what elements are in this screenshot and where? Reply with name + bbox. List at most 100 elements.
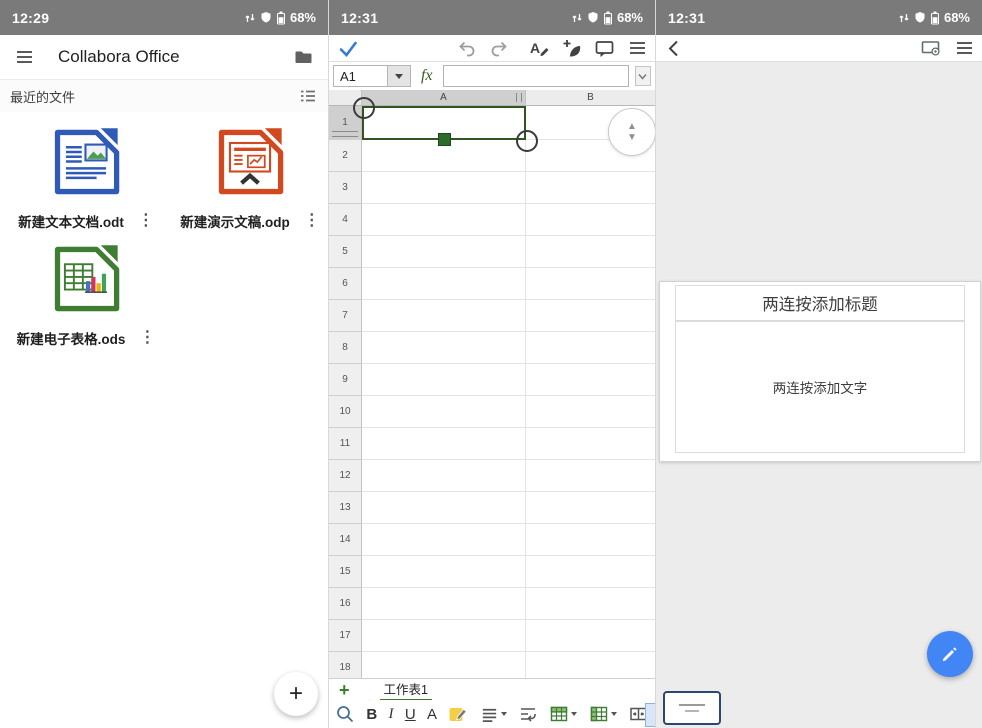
slide-thumbnail-1[interactable]: [663, 691, 721, 725]
row-header[interactable]: 12: [329, 460, 362, 492]
comments-icon[interactable]: [594, 38, 615, 58]
formula-expand-icon[interactable]: [635, 66, 651, 86]
cell[interactable]: [526, 428, 655, 460]
row-header[interactable]: 17: [329, 620, 362, 652]
cell[interactable]: [526, 396, 655, 428]
cell[interactable]: [362, 556, 526, 588]
cell[interactable]: [526, 172, 655, 204]
folder-icon[interactable]: [293, 47, 314, 67]
spreadsheet-grid[interactable]: A B 123456789101112131415161718 ▲ ▼: [329, 90, 655, 678]
column-header-a[interactable]: A: [362, 90, 526, 106]
cell[interactable]: [526, 556, 655, 588]
row-header[interactable]: 2: [329, 140, 362, 172]
row-header[interactable]: 4: [329, 204, 362, 236]
cell[interactable]: [362, 524, 526, 556]
insert-rows-dropdown[interactable]: [549, 704, 577, 724]
row-header[interactable]: 10: [329, 396, 362, 428]
selection-handle-top-left[interactable]: [353, 97, 375, 119]
cell[interactable]: [362, 588, 526, 620]
cell[interactable]: [526, 492, 655, 524]
add-sheet-icon[interactable]: +: [339, 681, 350, 699]
edit-fab[interactable]: [927, 631, 973, 677]
cell[interactable]: [526, 524, 655, 556]
row-header[interactable]: 14: [329, 524, 362, 556]
cell[interactable]: [362, 364, 526, 396]
row-header[interactable]: 5: [329, 236, 362, 268]
menu-icon[interactable]: [627, 38, 647, 58]
cell[interactable]: [526, 236, 655, 268]
file-item-writer[interactable]: 新建文本文档.odt ⋮: [10, 122, 162, 231]
cell[interactable]: [526, 332, 655, 364]
cell[interactable]: [362, 620, 526, 652]
row-header[interactable]: 8: [329, 332, 362, 364]
cell[interactable]: [362, 172, 526, 204]
row-header[interactable]: 6: [329, 268, 362, 300]
fill-handle[interactable]: [438, 133, 451, 146]
row-header[interactable]: 11: [329, 428, 362, 460]
back-icon[interactable]: [664, 38, 684, 58]
hamburger-menu-icon[interactable]: [14, 47, 34, 67]
new-document-fab[interactable]: +: [274, 672, 318, 716]
slide-view-area[interactable]: 两连按添加标题 两连按添加文字: [656, 62, 982, 728]
search-icon[interactable]: [335, 704, 355, 724]
bold-button[interactable]: B: [366, 707, 377, 722]
italic-button[interactable]: I: [389, 707, 394, 722]
cell-name-box[interactable]: A1: [333, 65, 411, 87]
highlight-color-icon[interactable]: [448, 704, 468, 724]
row-header[interactable]: 3: [329, 172, 362, 204]
wrap-text-icon[interactable]: [518, 704, 538, 724]
file-options-icon[interactable]: ⋮: [138, 213, 154, 229]
cell[interactable]: [526, 204, 655, 236]
list-view-icon[interactable]: [298, 86, 318, 106]
font-button[interactable]: A: [427, 707, 437, 722]
cell[interactable]: [526, 652, 655, 678]
underline-button[interactable]: U: [405, 707, 416, 722]
cell[interactable]: [362, 204, 526, 236]
insert-tool-icon[interactable]: [562, 38, 582, 58]
formula-input[interactable]: [443, 65, 629, 87]
column-header-b[interactable]: B: [526, 90, 655, 106]
cell[interactable]: [526, 364, 655, 396]
cell[interactable]: [526, 460, 655, 492]
cell[interactable]: [362, 460, 526, 492]
row-header[interactable]: 7: [329, 300, 362, 332]
cell[interactable]: [362, 652, 526, 678]
name-box-dropdown-icon[interactable]: [387, 66, 410, 86]
cell[interactable]: [526, 300, 655, 332]
cell[interactable]: [362, 268, 526, 300]
cell[interactable]: [362, 300, 526, 332]
scroll-down-icon[interactable]: ▼: [627, 133, 637, 143]
cell[interactable]: [526, 268, 655, 300]
slide-canvas[interactable]: 两连按添加标题 两连按添加文字: [659, 281, 981, 462]
scroll-widget[interactable]: ▲ ▼: [608, 108, 655, 156]
file-item-impress[interactable]: 新建演示文稿.odp ⋮: [174, 122, 326, 231]
redo-icon[interactable]: [489, 38, 509, 58]
slide-body-placeholder[interactable]: 两连按添加文字: [675, 321, 965, 453]
row-header[interactable]: 13: [329, 492, 362, 524]
cell[interactable]: [362, 396, 526, 428]
alignment-dropdown[interactable]: [480, 705, 507, 724]
insert-columns-dropdown[interactable]: [589, 704, 617, 724]
cell[interactable]: [362, 428, 526, 460]
file-options-icon[interactable]: ⋮: [139, 330, 155, 346]
scroll-up-icon[interactable]: ▲: [627, 122, 637, 132]
cell[interactable]: [526, 588, 655, 620]
row-header[interactable]: 18: [329, 652, 362, 678]
file-options-icon[interactable]: ⋮: [304, 213, 320, 229]
slide-title-placeholder[interactable]: 两连按添加标题: [675, 285, 965, 321]
undo-icon[interactable]: [457, 38, 477, 58]
row-header[interactable]: 16: [329, 588, 362, 620]
row-header[interactable]: 15: [329, 556, 362, 588]
save-check-icon[interactable]: [337, 38, 359, 58]
cell[interactable]: [362, 236, 526, 268]
cell[interactable]: [362, 492, 526, 524]
cell[interactable]: [362, 332, 526, 364]
start-presentation-icon[interactable]: [920, 38, 942, 58]
cell[interactable]: [526, 620, 655, 652]
row-header[interactable]: 9: [329, 364, 362, 396]
menu-icon[interactable]: [954, 38, 974, 58]
character-format-icon[interactable]: A: [529, 38, 550, 58]
function-wizard-icon[interactable]: fx: [417, 67, 437, 85]
selection-handle-bottom-right[interactable]: [516, 130, 538, 152]
sheet-tab-1[interactable]: 工作表1: [380, 679, 432, 701]
